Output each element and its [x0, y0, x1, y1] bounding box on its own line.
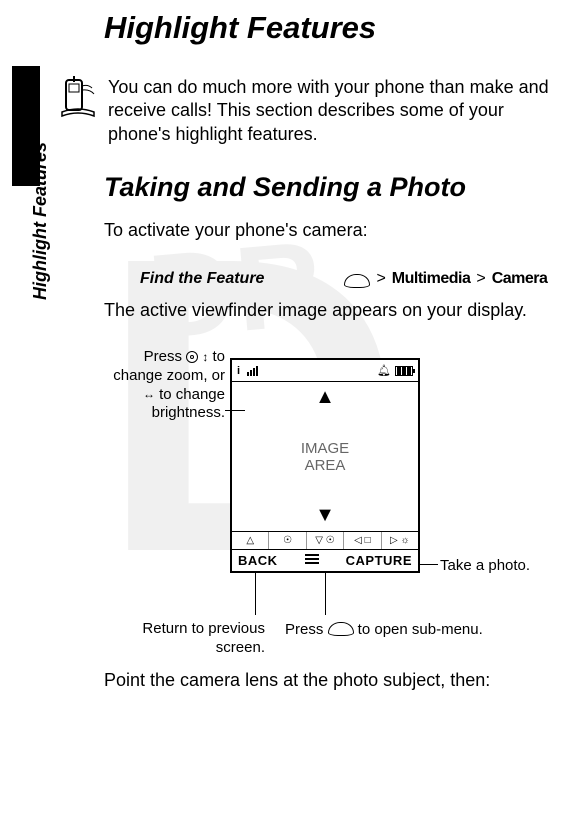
battery-icon [395, 366, 413, 376]
indicator-cell: ◁ □ [344, 532, 381, 549]
menu-indicator-icon [305, 558, 319, 564]
callout-text: to change brightness. [152, 386, 225, 422]
sidebar-chapter-label: Highlight Features [30, 142, 51, 300]
indicator-row: △ ☉ ▽ ☉ ◁ □ ▷ ☼ [232, 531, 418, 549]
image-area-label: AREA [305, 457, 346, 474]
viewfinder-instruction: The active viewfinder image appears on y… [104, 300, 527, 321]
intro-text: You can do much more with your phone tha… [108, 76, 568, 146]
point-camera-instruction: Point the camera lens at the photo subje… [104, 670, 490, 691]
feature-path: > Multimedia > Camera [344, 270, 547, 288]
status-bar: i 🔔︎ [232, 360, 418, 382]
page-title: Highlight Features [104, 10, 376, 46]
viewfinder-diagram: Press ↕ to change zoom, or ↔ to change b… [100, 340, 570, 650]
indicator-cell: ▽ ☉ [307, 532, 344, 549]
indicator-cell: ☉ [269, 532, 306, 549]
find-feature-label: Find the Feature [140, 270, 264, 288]
menu-key-icon [344, 274, 370, 288]
phone-tip-icon [58, 76, 98, 120]
nav-key-icon [186, 351, 198, 363]
softkey-row: BACK CAPTURE [232, 549, 418, 571]
callout-text: Press [285, 621, 328, 638]
path-multimedia: Multimedia [392, 270, 471, 288]
image-area: ▲ IMAGE AREA ▼ [232, 382, 418, 531]
section-title: Taking and Sending a Photo [104, 172, 466, 203]
softkey-back: BACK [238, 553, 278, 568]
menu-key-icon [328, 622, 354, 636]
image-area-label: IMAGE [301, 440, 349, 457]
phone-screen-mockup: i 🔔︎ ▲ IMAGE AREA ▼ △ ☉ ▽ ☉ [230, 358, 420, 573]
bell-icon: 🔔︎ [377, 364, 391, 377]
path-sep: > [476, 270, 485, 288]
arrow-down-icon: ▼ [315, 504, 335, 527]
callout-return: Return to previous screen. [125, 620, 265, 658]
find-the-feature-row: Find the Feature > Multimedia > Camera [140, 270, 560, 288]
activate-instruction: To activate your phone's camera: [104, 220, 368, 241]
signal-icon [247, 366, 258, 376]
callout-zoom-brightness: Press ↕ to change zoom, or ↔ to change b… [105, 348, 225, 423]
path-sep: > [376, 270, 385, 288]
arrow-up-icon: ▲ [315, 386, 335, 409]
intro-block: You can do much more with your phone tha… [58, 76, 568, 146]
path-camera: Camera [492, 270, 548, 288]
indicator-cell: △ [232, 532, 269, 549]
callout-text: to open sub-menu. [354, 621, 483, 638]
callout-text: Press [144, 348, 187, 365]
indicator-cell: ▷ ☼ [382, 532, 418, 549]
callout-submenu: Press to open sub-menu. [285, 620, 495, 640]
callout-take-photo: Take a photo. [440, 557, 530, 574]
info-icon: i [237, 365, 240, 377]
up-down-icon: ↕ [202, 350, 208, 365]
left-right-icon: ↔ [143, 387, 155, 402]
softkey-capture: CAPTURE [346, 553, 412, 568]
